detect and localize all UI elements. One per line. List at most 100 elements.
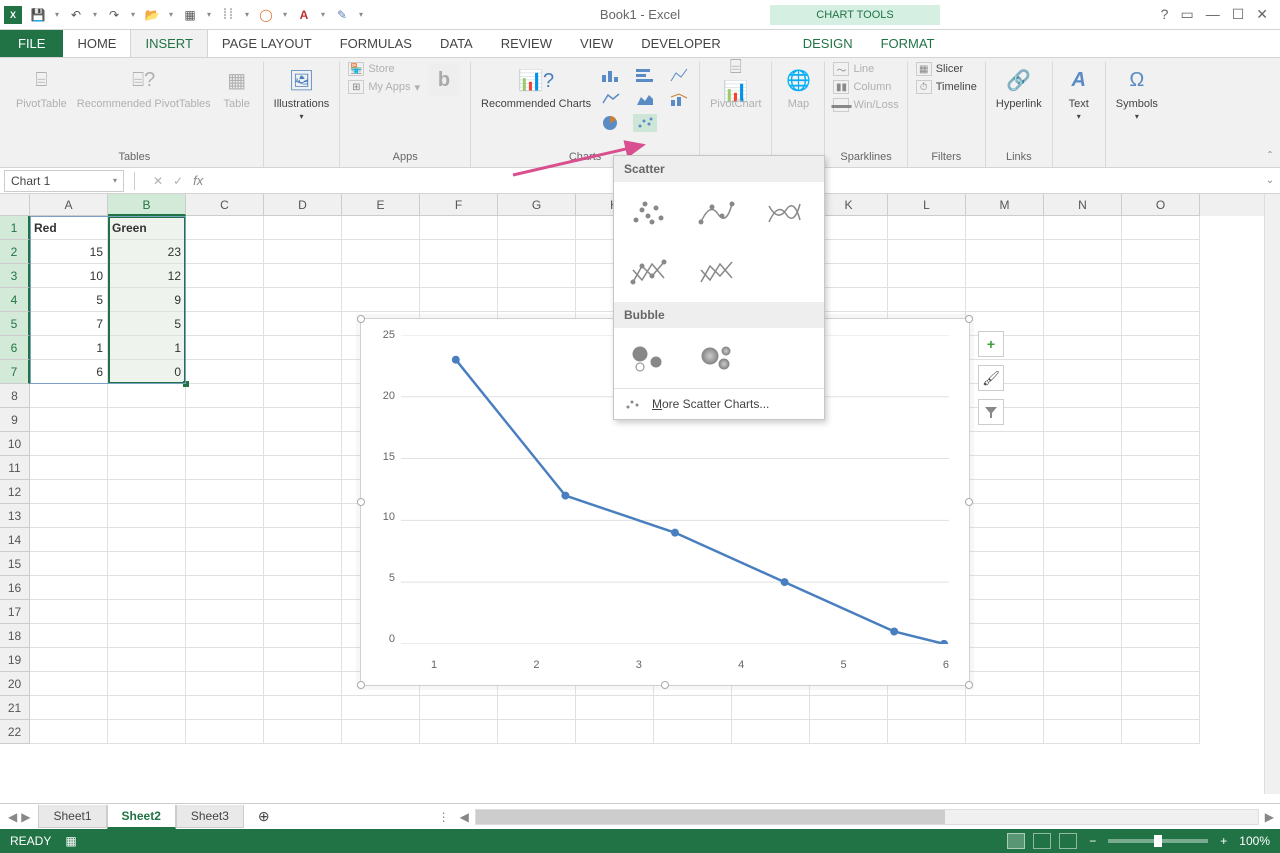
cell[interactable] (108, 480, 186, 504)
tab-view[interactable]: VIEW (566, 30, 627, 57)
cell[interactable] (342, 264, 420, 288)
fx-icon[interactable]: fx (193, 173, 203, 188)
cell[interactable] (1122, 456, 1200, 480)
cell[interactable] (264, 624, 342, 648)
cell[interactable] (30, 624, 108, 648)
cell[interactable] (186, 672, 264, 696)
cell[interactable] (966, 240, 1044, 264)
store-button[interactable]: 🏪Store (348, 62, 420, 76)
cell[interactable] (498, 696, 576, 720)
fill-handle[interactable] (183, 381, 189, 387)
qat-drop-icon[interactable]: ▾ (52, 3, 62, 27)
pie-chart-icon[interactable] (599, 114, 623, 132)
cell[interactable] (30, 696, 108, 720)
cell[interactable] (264, 456, 342, 480)
row-header[interactable]: 5 (0, 312, 30, 336)
ribbon-display-icon[interactable]: ▭ (1180, 6, 1193, 23)
cell[interactable] (1044, 552, 1122, 576)
add-sheet-button[interactable]: ⊕ (244, 804, 284, 829)
row-header[interactable]: 3 (0, 264, 30, 288)
cell[interactable] (966, 576, 1044, 600)
bar-chart-icon[interactable] (633, 66, 657, 84)
row-header[interactable]: 21 (0, 696, 30, 720)
cell[interactable] (264, 216, 342, 240)
cell[interactable] (1044, 504, 1122, 528)
line-chart-icon[interactable] (599, 90, 623, 108)
cell[interactable] (186, 552, 264, 576)
vertical-scrollbar[interactable] (1264, 194, 1280, 794)
cell[interactable] (966, 288, 1044, 312)
cell[interactable] (966, 720, 1044, 744)
sparkline-winloss-button[interactable]: ▬▬Win/Loss (833, 98, 898, 112)
cell[interactable] (186, 216, 264, 240)
cell[interactable] (186, 720, 264, 744)
bubble-2d-option[interactable] (624, 338, 672, 378)
row-header[interactable]: 15 (0, 552, 30, 576)
cell[interactable] (342, 216, 420, 240)
cell[interactable] (264, 384, 342, 408)
tab-design[interactable]: DESIGN (789, 30, 867, 57)
chart-elements-button[interactable]: + (978, 331, 1004, 357)
cell[interactable]: Red (30, 216, 108, 240)
text-button[interactable]: AText▾ (1061, 62, 1097, 123)
cell[interactable] (186, 288, 264, 312)
cell[interactable] (1122, 480, 1200, 504)
cell[interactable]: Green (108, 216, 186, 240)
row-header[interactable]: 19 (0, 648, 30, 672)
cell[interactable] (498, 240, 576, 264)
row-header[interactable]: 16 (0, 576, 30, 600)
symbols-button[interactable]: ΩSymbols▾ (1114, 62, 1160, 123)
cell[interactable] (108, 552, 186, 576)
cell[interactable] (186, 264, 264, 288)
cell[interactable] (1122, 360, 1200, 384)
cell[interactable] (1044, 240, 1122, 264)
qat-shape-icon[interactable]: ◯ (254, 3, 278, 27)
cell[interactable]: 5 (108, 312, 186, 336)
column-chart-icon[interactable] (599, 66, 623, 84)
cell[interactable] (1122, 408, 1200, 432)
cell[interactable] (264, 648, 342, 672)
cell[interactable]: 1 (108, 336, 186, 360)
cell[interactable] (420, 240, 498, 264)
formula-expand-icon[interactable]: ⌄ (1260, 175, 1280, 186)
sheet-nav-next-icon[interactable]: ▶ (21, 810, 30, 824)
chart-styles-button[interactable]: 🖌 (978, 365, 1004, 391)
view-normal-button[interactable] (1007, 833, 1025, 849)
cell[interactable] (888, 696, 966, 720)
timeline-button[interactable]: ⏱Timeline (916, 80, 977, 94)
cell[interactable] (966, 216, 1044, 240)
cell[interactable] (186, 240, 264, 264)
stock-chart-icon[interactable] (667, 66, 691, 84)
cell[interactable] (30, 480, 108, 504)
row-header[interactable]: 13 (0, 504, 30, 528)
scatter-smooth-lines-option[interactable] (760, 192, 808, 232)
sparkline-column-button[interactable]: ▮▮Column (833, 80, 898, 94)
cell[interactable] (966, 264, 1044, 288)
name-box[interactable]: Chart 1▾ (4, 170, 124, 192)
enter-icon[interactable]: ✓ (173, 174, 183, 188)
cell[interactable] (30, 504, 108, 528)
cell[interactable] (264, 312, 342, 336)
cell[interactable]: 7 (30, 312, 108, 336)
cell[interactable] (186, 480, 264, 504)
cell[interactable] (108, 456, 186, 480)
cell[interactable] (1044, 408, 1122, 432)
cell[interactable] (1122, 624, 1200, 648)
cell[interactable] (1122, 288, 1200, 312)
cell[interactable]: 5 (30, 288, 108, 312)
cell[interactable] (264, 336, 342, 360)
cell[interactable]: 12 (108, 264, 186, 288)
cell[interactable] (108, 648, 186, 672)
zoom-slider[interactable] (1108, 839, 1208, 843)
zoom-in-button[interactable]: + (1220, 834, 1227, 848)
cell[interactable] (108, 432, 186, 456)
scatter-smooth-markers-option[interactable] (692, 192, 740, 232)
col-header-l[interactable]: L (888, 194, 966, 216)
cell[interactable] (108, 576, 186, 600)
scatter-straight-lines-option[interactable] (692, 252, 740, 292)
recommended-charts-button[interactable]: 📊?Recommended Charts (479, 62, 593, 112)
help-icon[interactable]: ? (1161, 6, 1169, 23)
cell[interactable] (1044, 360, 1122, 384)
col-header-g[interactable]: G (498, 194, 576, 216)
cell[interactable] (342, 240, 420, 264)
